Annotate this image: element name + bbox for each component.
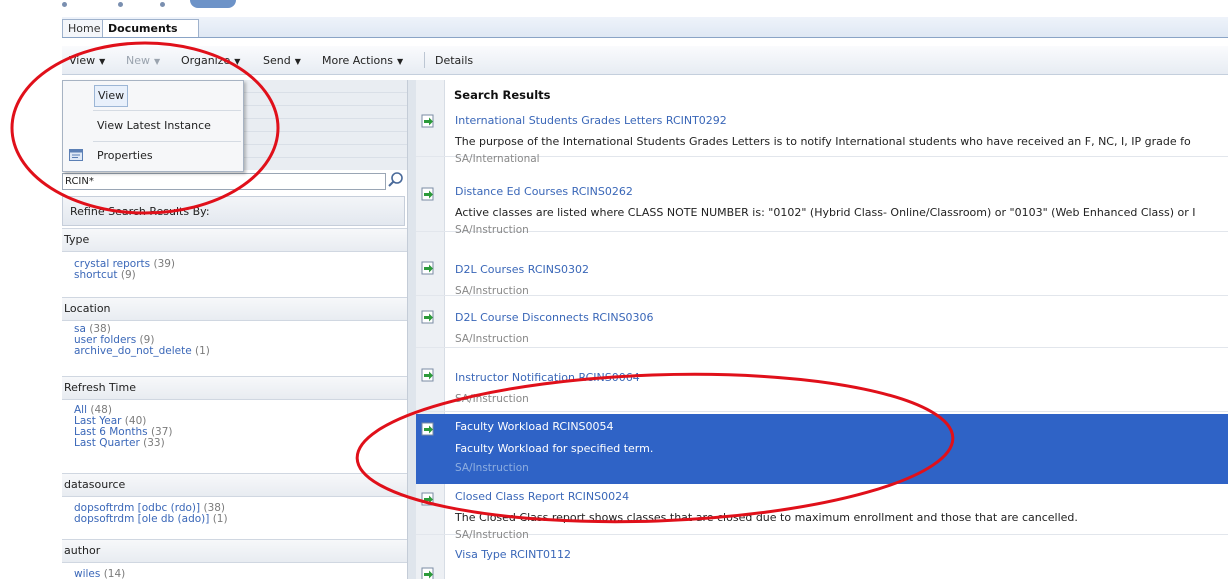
facet-heading-author: author bbox=[62, 539, 407, 563]
facet-label: archive_do_not_delete bbox=[74, 345, 192, 357]
chevron-down-icon: ▼ bbox=[294, 57, 301, 66]
facet-count: (9) bbox=[120, 269, 136, 281]
menu-divider bbox=[93, 110, 241, 111]
facet-link[interactable]: shortcut (9) bbox=[74, 269, 136, 281]
facet-count: (39) bbox=[153, 258, 176, 270]
facet-link[interactable]: Last Quarter (33) bbox=[74, 437, 165, 449]
result-path: SA/International bbox=[455, 153, 540, 165]
result-row[interactable]: Instructor Notification RCINS0064 SA/Inst… bbox=[416, 365, 1228, 412]
organize-label: Organize bbox=[181, 54, 231, 67]
menu-item-label: View bbox=[94, 85, 129, 107]
crystal-report-icon[interactable] bbox=[421, 422, 435, 436]
result-row[interactable]: Closed Class Report RCINS0024 The Closed … bbox=[416, 484, 1228, 541]
result-title-link[interactable]: D2L Courses RCINS0302 bbox=[455, 263, 589, 276]
result-title-link[interactable]: Visa Type RCINT0112 bbox=[455, 548, 571, 561]
result-path: SA/Instruction bbox=[455, 393, 529, 405]
new-menu-button[interactable]: New ▼ bbox=[126, 46, 160, 74]
menu-item-properties[interactable]: Properties bbox=[63, 143, 243, 169]
facet-link[interactable]: dopsoftrdm [ole db (ado)] (1) bbox=[74, 513, 228, 525]
new-label: New bbox=[126, 54, 150, 67]
facet-label: shortcut bbox=[74, 269, 118, 281]
chevron-down-icon: ▼ bbox=[99, 57, 106, 66]
result-path: SA/Instruction bbox=[455, 333, 529, 345]
logo-dot-icon bbox=[118, 2, 123, 7]
toolbar-divider bbox=[424, 52, 425, 68]
result-path: SA/Instruction bbox=[455, 462, 529, 474]
organize-menu-button[interactable]: Organize ▼ bbox=[181, 46, 240, 74]
more-actions-menu-button[interactable]: More Actions ▼ bbox=[322, 46, 403, 74]
result-title-link[interactable]: Distance Ed Courses RCINS0262 bbox=[455, 185, 633, 198]
logo-icon bbox=[190, 0, 236, 8]
menu-item-label: Properties bbox=[97, 149, 153, 162]
result-description: Active classes are listed where CLASS NO… bbox=[455, 206, 1196, 219]
logo-dot-icon bbox=[62, 2, 67, 7]
toolbar: View ▼ New ▼ Organize ▼ Send ▼ More Actions ▼… bbox=[62, 46, 1228, 75]
send-label: Send bbox=[263, 54, 291, 67]
facet-link[interactable]: wiles (14) bbox=[74, 568, 125, 580]
result-path: SA/Instruction bbox=[455, 529, 529, 541]
search-results-pane: Search Results International Students Gr… bbox=[416, 80, 1228, 579]
result-row[interactable]: D2L Courses RCINS0302 SA/Instruction bbox=[416, 257, 1228, 297]
result-description: The Closed Class report shows classes th… bbox=[455, 511, 1078, 524]
tab-home[interactable]: Home bbox=[62, 19, 104, 37]
menu-item-view[interactable]: View bbox=[63, 83, 243, 109]
menu-divider bbox=[93, 141, 241, 142]
chevron-down-icon: ▼ bbox=[396, 57, 404, 66]
result-row[interactable]: International Students Grades Letters RC… bbox=[416, 108, 1228, 165]
refine-search-header: Refine Search Results By: bbox=[62, 196, 405, 226]
search-input[interactable]: RCIN* bbox=[62, 173, 386, 190]
facet-link[interactable]: archive_do_not_delete (1) bbox=[74, 345, 210, 357]
view-label: View bbox=[69, 54, 96, 67]
result-title-link[interactable]: Instructor Notification RCINS0064 bbox=[455, 371, 640, 384]
result-row[interactable]: Distance Ed Courses RCINS0262 Active clas… bbox=[416, 179, 1228, 236]
more-actions-label: More Actions bbox=[322, 54, 393, 67]
crystal-report-icon[interactable] bbox=[421, 261, 435, 275]
result-title-link[interactable]: D2L Course Disconnects RCINS0306 bbox=[455, 311, 654, 324]
result-title-link[interactable]: Faculty Workload RCINS0054 bbox=[455, 420, 614, 433]
app-header-strip bbox=[0, 0, 1228, 16]
logo-dot-icon bbox=[160, 2, 165, 7]
result-path: SA/Instruction bbox=[455, 224, 529, 236]
tab-documents[interactable]: Documents bbox=[102, 19, 199, 37]
details-button[interactable]: Details bbox=[435, 46, 473, 74]
facet-count: (33) bbox=[143, 437, 165, 449]
result-row[interactable]: Faculty Workload RCINS0054 Faculty Worklo… bbox=[416, 414, 1228, 484]
facet-heading-location: Location bbox=[62, 297, 407, 321]
result-description: Faculty Workload for specified term. bbox=[455, 442, 654, 455]
facet-label: Last Quarter bbox=[74, 437, 140, 449]
menu-item-view-latest-instance[interactable]: View Latest Instance bbox=[63, 113, 243, 139]
chevron-down-icon: ▼ bbox=[234, 57, 241, 66]
crystal-report-icon[interactable] bbox=[421, 492, 435, 506]
facet-count: (1) bbox=[212, 513, 228, 525]
facet-count: (1) bbox=[195, 345, 210, 357]
facet-heading-type: Type bbox=[62, 228, 407, 252]
crystal-report-icon[interactable] bbox=[421, 368, 435, 382]
view-dropdown-menu: View View Latest Instance Properties bbox=[62, 80, 244, 172]
result-description: The purpose of the International Student… bbox=[455, 135, 1191, 148]
search-results-header: Search Results bbox=[454, 88, 551, 102]
crystal-report-icon[interactable] bbox=[421, 567, 435, 579]
menu-item-label: View Latest Instance bbox=[97, 119, 211, 132]
crystal-report-icon[interactable] bbox=[421, 310, 435, 324]
chevron-down-icon: ▼ bbox=[154, 57, 161, 66]
folder-tree-panel bbox=[242, 80, 408, 170]
crystal-report-icon[interactable] bbox=[421, 114, 435, 128]
facet-label: dopsoftrdm [ole db (ado)] bbox=[74, 513, 210, 525]
result-row[interactable]: D2L Course Disconnects RCINS0306 SA/Instr… bbox=[416, 305, 1228, 348]
crystal-report-icon[interactable] bbox=[421, 187, 435, 201]
send-menu-button[interactable]: Send ▼ bbox=[263, 46, 301, 74]
properties-icon bbox=[69, 149, 83, 161]
facet-label: wiles bbox=[74, 568, 101, 580]
facet-count: (14) bbox=[103, 568, 126, 580]
result-row[interactable]: Visa Type RCINT0112 bbox=[416, 542, 1228, 579]
facet-heading-datasource: datasource bbox=[62, 473, 407, 497]
tab-bar: Home Documents bbox=[62, 17, 1228, 38]
result-title-link[interactable]: Closed Class Report RCINS0024 bbox=[455, 490, 629, 503]
facet-heading-refresh-time: Refresh Time bbox=[62, 376, 407, 400]
result-title-link[interactable]: International Students Grades Letters RC… bbox=[455, 114, 727, 127]
search-icon[interactable] bbox=[387, 171, 405, 189]
result-path: SA/Instruction bbox=[455, 285, 529, 297]
view-menu-button[interactable]: View ▼ bbox=[69, 46, 105, 74]
